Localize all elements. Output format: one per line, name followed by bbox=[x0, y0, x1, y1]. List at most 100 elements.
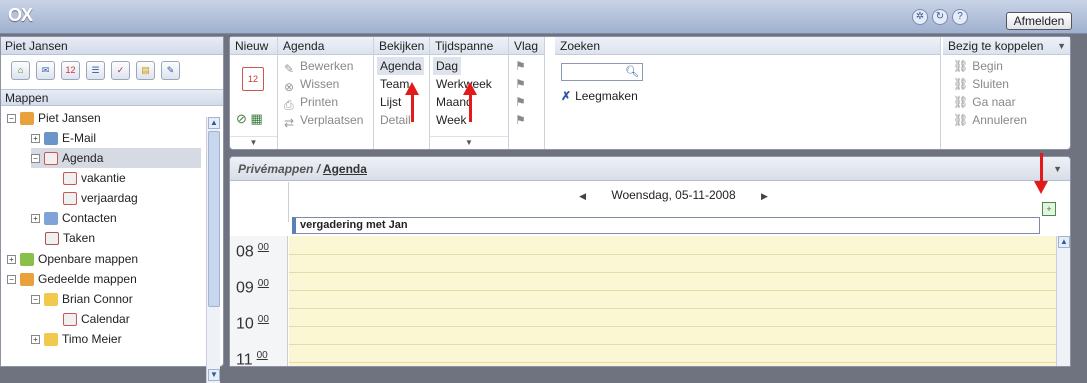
refresh-icon[interactable]: ↻ bbox=[932, 9, 948, 25]
calendar-folder-icon bbox=[63, 191, 77, 205]
expand-icon[interactable]: + bbox=[31, 334, 40, 344]
module-icons: ⌂ ✉ 12 ☰ ✓ ▤ ✎ bbox=[1, 55, 223, 89]
tree-label: Agenda bbox=[62, 151, 104, 165]
delete-icon: ⊗ bbox=[284, 80, 295, 94]
search-input[interactable]: 🔍︎ bbox=[561, 63, 643, 81]
tasks-folder-icon bbox=[45, 231, 59, 245]
infostore-icon[interactable]: ▤ bbox=[136, 61, 155, 80]
tree-item-verjaardag[interactable]: verjaardag bbox=[63, 188, 138, 208]
tree-label: Brian Connor bbox=[62, 292, 133, 306]
view-lijst-button[interactable]: Lijst bbox=[380, 93, 401, 111]
contacts-icon[interactable]: ☰ bbox=[86, 61, 105, 80]
tree-item-email[interactable]: + E-Mail bbox=[31, 128, 96, 148]
tree-scrollbar[interactable]: ▲ ▼ bbox=[206, 117, 220, 383]
settings-icon[interactable]: ✲ bbox=[912, 9, 928, 25]
collapse-icon[interactable]: − bbox=[7, 113, 16, 123]
breadcrumb-prefix: Privémappen / bbox=[238, 162, 321, 176]
leegmaken-button[interactable]: ✗ Leegmaken bbox=[561, 87, 638, 105]
print-icon: ⎙ bbox=[284, 98, 294, 112]
printen-label: Printen bbox=[300, 95, 339, 109]
time-grid: 08 00 09 00 10 00 11 00 bbox=[230, 236, 1056, 367]
group-header: Zoeken bbox=[555, 37, 940, 55]
expand-icon[interactable]: + bbox=[31, 213, 40, 223]
expand-icon[interactable]: + bbox=[7, 254, 16, 264]
annuleren-button[interactable]: ⛓ Annuleren bbox=[953, 111, 1027, 129]
left-panel: Piet Jansen ⌂ ✉ 12 ☰ ✓ ▤ ✎ Mappen − Piet… bbox=[0, 36, 224, 383]
collapse-icon[interactable]: − bbox=[31, 153, 40, 163]
bewerken-button[interactable]: ✎ Bewerken bbox=[284, 57, 353, 76]
group-collapse-icon[interactable]: ▼ bbox=[230, 136, 277, 149]
minute-value: 00 bbox=[257, 314, 269, 325]
tree-item-calendar[interactable]: Calendar bbox=[63, 309, 130, 329]
expand-icon[interactable]: + bbox=[31, 133, 40, 143]
breadcrumb-agenda-link[interactable]: Agenda bbox=[323, 162, 367, 176]
tree-item-contacten[interactable]: + Contacten bbox=[31, 208, 117, 228]
search-icon[interactable]: 🔍︎ bbox=[625, 65, 639, 78]
collapse-icon[interactable]: − bbox=[7, 274, 16, 284]
verplaatsen-button[interactable]: ⇄ Verplaatsen bbox=[284, 111, 363, 130]
scroll-thumb[interactable] bbox=[208, 131, 220, 307]
link-icon: ⛓ bbox=[953, 95, 969, 109]
tree-item-brian-connor[interactable]: − Brian Connor bbox=[31, 289, 133, 309]
group-header: Bezig te koppelen ▼ bbox=[943, 37, 1070, 55]
dropdown-icon[interactable]: ▼ bbox=[1057, 37, 1066, 55]
tree-label: vakantie bbox=[81, 171, 126, 185]
contacts-folder-icon bbox=[44, 211, 58, 225]
flag-icon[interactable]: ⚑ bbox=[515, 75, 526, 93]
portal-icon[interactable]: ⌂ bbox=[11, 61, 30, 80]
help-icon[interactable]: ? bbox=[952, 9, 968, 25]
scroll-up-icon[interactable]: ▲ bbox=[208, 117, 220, 129]
ga-naar-button[interactable]: ⛓ Ga naar bbox=[953, 93, 1016, 111]
collapse-icon[interactable]: − bbox=[31, 294, 40, 304]
scroll-down-icon[interactable]: ▼ bbox=[208, 369, 220, 381]
tree-label: E-Mail bbox=[62, 131, 97, 145]
new-appointment-icon[interactable]: + bbox=[1042, 202, 1056, 216]
flag-icon[interactable]: ⚑ bbox=[515, 57, 526, 75]
flag-icon[interactable]: ⚑ bbox=[515, 93, 526, 111]
new-item-icons[interactable]: ⊘ ▦ bbox=[236, 111, 263, 127]
user-folder-icon bbox=[20, 111, 34, 125]
group-bekijken: Bekijken Agenda Team Lijst Detail bbox=[374, 37, 430, 149]
tree-item-timo-meier[interactable]: + Timo Meier bbox=[31, 329, 122, 346]
tree-item-taken[interactable]: Taken bbox=[45, 228, 95, 248]
scroll-up-icon[interactable]: ▲ bbox=[1058, 236, 1070, 248]
new-appointment-icon[interactable]: 12 bbox=[242, 67, 264, 91]
flag-icon[interactable]: ⚑ bbox=[515, 111, 526, 129]
options-icon[interactable]: ✎ bbox=[161, 61, 180, 80]
calendar-scrollbar[interactable]: ▲ bbox=[1056, 236, 1070, 366]
logout-button[interactable]: Afmelden bbox=[1006, 12, 1072, 30]
tree-item-gedeelde-mappen[interactable]: − Gedeelde mappen bbox=[7, 269, 137, 289]
tree-item-piet-jansen[interactable]: − Piet Jansen bbox=[7, 108, 101, 128]
printen-button[interactable]: ⎙ Printen bbox=[284, 93, 339, 112]
maand-button[interactable]: Maand bbox=[436, 93, 473, 111]
appointment-item[interactable]: vergadering met Jan bbox=[292, 217, 1040, 234]
calendar-icon[interactable]: 12 bbox=[61, 61, 80, 80]
dag-button[interactable]: Dag bbox=[433, 57, 462, 75]
prev-day-icon[interactable]: ◀ bbox=[579, 191, 586, 201]
group-zoeken: Zoeken 🔍︎ ✗ Leegmaken bbox=[555, 37, 941, 149]
view-agenda-button[interactable]: Agenda bbox=[377, 57, 425, 75]
view-detail-button[interactable]: Detail bbox=[380, 111, 411, 129]
arrow-head bbox=[463, 82, 477, 95]
tree-item-openbare-mappen[interactable]: + Openbare mappen bbox=[7, 249, 138, 269]
tree-label: Taken bbox=[63, 231, 96, 245]
tasks-icon[interactable]: ✓ bbox=[111, 61, 130, 80]
folder-tree: − Piet Jansen + E-Mail − Agenda vakantie… bbox=[1, 106, 223, 346]
wissen-label: Wissen bbox=[300, 77, 340, 91]
tree-item-agenda[interactable]: − Agenda bbox=[31, 148, 201, 168]
current-date: Woensdag, 05-11-2008 bbox=[611, 188, 736, 202]
group-koppelen: Bezig te koppelen ▼ ⛓ Begin ⛓ Sluiten ⛓ Ga n… bbox=[943, 37, 1070, 149]
wissen-button[interactable]: ⊗ Wissen bbox=[284, 75, 340, 94]
hour-value: 08 bbox=[236, 243, 254, 261]
next-day-icon[interactable]: ▶ bbox=[761, 191, 768, 201]
sluiten-button[interactable]: ⛓ Sluiten bbox=[953, 75, 1009, 93]
group-collapse-icon[interactable]: ▼ bbox=[430, 136, 508, 149]
begin-button[interactable]: ⛓ Begin bbox=[953, 57, 1003, 75]
hour-value: 11 bbox=[236, 351, 253, 367]
mail-icon[interactable]: ✉ bbox=[36, 61, 55, 80]
group-agenda: Agenda ✎ Bewerken ⊗ Wissen ⎙ Printen ⇄ Verpl… bbox=[278, 37, 374, 149]
day-slots[interactable] bbox=[289, 236, 1056, 366]
header-collapse-icon[interactable]: ▼ bbox=[1053, 157, 1062, 181]
week-button[interactable]: Week bbox=[436, 111, 466, 129]
tree-item-vakantie[interactable]: vakantie bbox=[63, 168, 126, 188]
